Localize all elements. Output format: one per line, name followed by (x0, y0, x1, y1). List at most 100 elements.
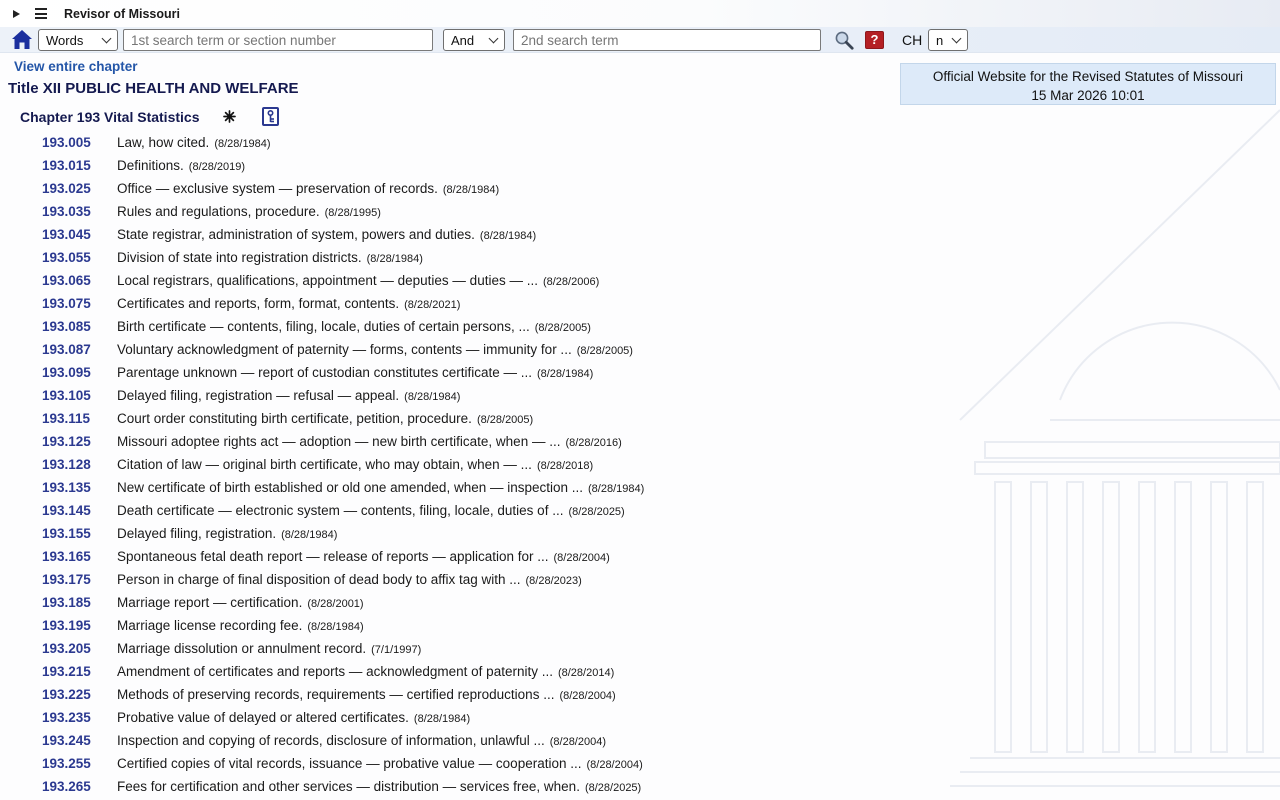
section-number-link[interactable]: 193.128 (42, 457, 117, 472)
section-number-link[interactable]: 193.195 (42, 618, 117, 633)
section-number-link[interactable]: 193.115 (42, 411, 117, 426)
official-website-infobox: Official Website for the Revised Statute… (900, 63, 1276, 105)
section-number-link[interactable]: 193.125 (42, 434, 117, 449)
section-number-link[interactable]: 193.055 (42, 250, 117, 265)
section-date: (8/28/1995) (324, 207, 381, 219)
home-icon[interactable] (11, 29, 33, 55)
section-title: New certificate of birth established or … (117, 480, 584, 495)
section-title: Marriage dissolution or annulment record… (117, 641, 367, 656)
search-toolbar: Words And ? CH n (0, 27, 1280, 53)
section-number-link[interactable]: 193.025 (42, 181, 117, 196)
search-icon[interactable] (834, 30, 855, 56)
section-row: 193.095 Parentage unknown — report of cus… (0, 362, 1280, 385)
section-date: (8/28/1984) (413, 713, 471, 725)
section-date: (8/28/2016) (565, 437, 622, 449)
section-row: 193.115 Court order constituting birth ce… (0, 408, 1280, 431)
section-date: (8/28/2005) (476, 414, 534, 426)
section-title: Methods of preserving records, requireme… (117, 687, 555, 702)
section-title: Office — exclusive system — preservation… (117, 181, 438, 196)
section-row: 193.015 Definitions. (8/28/2019) (0, 155, 1280, 178)
section-date: (8/28/2005) (576, 345, 633, 357)
section-date: (8/28/2023) (525, 575, 582, 587)
section-row: 193.205 Marriage dissolution or annulment… (0, 638, 1280, 661)
section-number-link[interactable]: 193.235 (42, 710, 117, 725)
section-row: 193.075 Certificates and reports, form, f… (0, 293, 1280, 316)
search-term-2-input[interactable] (513, 29, 821, 51)
search-field-select-value: Words (46, 32, 84, 48)
section-date: (8/28/1984) (536, 368, 594, 380)
chapter-label: CH (902, 32, 923, 48)
section-title: Person in charge of final disposition of… (117, 572, 521, 587)
section-row: 193.155 Delayed filing, registration. (8/2… (0, 523, 1280, 546)
section-title: Inspection and copying of records, discl… (117, 733, 545, 748)
section-date: (8/28/2025) (568, 506, 625, 518)
section-number-link[interactable]: 193.155 (42, 526, 117, 541)
section-title: Delayed filing, registration. (117, 526, 277, 541)
section-title: Definitions. (117, 158, 184, 173)
section-title: Marriage license recording fee. (117, 618, 303, 633)
section-date: (8/28/2018) (536, 460, 594, 472)
chapter-select-value: n (936, 32, 944, 48)
section-date: (8/28/1984) (214, 138, 271, 150)
search-operator-select[interactable]: And (443, 29, 505, 51)
expand-arrow-icon[interactable] (13, 9, 20, 18)
section-title: Probative value of delayed or altered ce… (117, 710, 409, 725)
section-number-link[interactable]: 193.135 (42, 480, 117, 495)
chevron-down-icon (488, 33, 499, 44)
section-number-link[interactable]: 193.065 (42, 273, 117, 288)
section-number-link[interactable]: 193.185 (42, 595, 117, 610)
section-row: 193.175 Person in charge of final disposi… (0, 569, 1280, 592)
search-term-1-input[interactable] (123, 29, 433, 51)
section-date: (8/28/1984) (479, 230, 537, 242)
section-row: 193.045 State registrar, administration o… (0, 224, 1280, 247)
section-number-link[interactable]: 193.205 (42, 641, 117, 656)
section-row: 193.235 Probative value of delayed or alt… (0, 707, 1280, 730)
section-number-link[interactable]: 193.175 (42, 572, 117, 587)
section-number-link[interactable]: 193.005 (42, 135, 117, 150)
section-number-link[interactable]: 193.035 (42, 204, 117, 219)
section-title: Fees for certification and other service… (117, 779, 580, 794)
section-number-link[interactable]: 193.165 (42, 549, 117, 564)
section-number-link[interactable]: 193.015 (42, 158, 117, 173)
section-number-link[interactable]: 193.245 (42, 733, 117, 748)
section-date: (8/28/2019) (188, 161, 246, 173)
key-icon[interactable] (262, 107, 280, 126)
section-row: 193.255 Certified copies of vital records… (0, 753, 1280, 776)
section-number-link[interactable]: 193.225 (42, 687, 117, 702)
section-row: 193.185 Marriage report — certification. (… (0, 592, 1280, 615)
section-title: Certified copies of vital records, issua… (117, 756, 582, 771)
section-number-link[interactable]: 193.215 (42, 664, 117, 679)
section-date: (8/28/1984) (588, 483, 645, 495)
section-title: Court order constituting birth certifica… (117, 411, 472, 426)
section-row: 193.005 Law, how cited. (8/28/1984) (0, 132, 1280, 155)
section-row: 193.085 Birth certificate — contents, fil… (0, 316, 1280, 339)
section-date: (8/28/1984) (307, 621, 364, 633)
section-row: 193.195 Marriage license recording fee. (8… (0, 615, 1280, 638)
title-heading: Title XII PUBLIC HEALTH AND WELFARE (8, 80, 299, 97)
section-number-link[interactable]: 193.095 (42, 365, 117, 380)
asterisk-icon[interactable] (223, 110, 237, 123)
view-entire-chapter-link[interactable]: View entire chapter (14, 59, 138, 74)
section-row: 193.165 Spontaneous fetal death report — … (0, 546, 1280, 569)
section-number-link[interactable]: 193.105 (42, 388, 117, 403)
section-number-link[interactable]: 193.087 (42, 342, 117, 357)
section-number-link[interactable]: 193.045 (42, 227, 117, 242)
section-row: 193.265 Fees for certification and other … (0, 776, 1280, 799)
section-number-link[interactable]: 193.255 (42, 756, 117, 771)
help-button[interactable]: ? (865, 31, 884, 49)
section-number-link[interactable]: 193.085 (42, 319, 117, 334)
section-date: (8/28/1984) (442, 184, 500, 196)
section-title: Spontaneous fetal death report — release… (117, 549, 549, 564)
section-date: (8/28/1984) (404, 391, 461, 403)
chapter-select[interactable]: n (928, 29, 968, 51)
app-title: Revisor of Missouri (64, 6, 180, 21)
section-row: 193.055 Division of state into registrati… (0, 247, 1280, 270)
top-menu-bar: Revisor of Missouri (0, 0, 1280, 27)
section-number-link[interactable]: 193.265 (42, 779, 117, 794)
section-title: Voluntary acknowledgment of paternity — … (117, 342, 572, 357)
section-number-link[interactable]: 193.145 (42, 503, 117, 518)
section-row: 193.065 Local registrars, qualifications,… (0, 270, 1280, 293)
section-number-link[interactable]: 193.075 (42, 296, 117, 311)
hamburger-menu-icon[interactable] (35, 8, 47, 19)
search-field-select[interactable]: Words (38, 29, 118, 51)
